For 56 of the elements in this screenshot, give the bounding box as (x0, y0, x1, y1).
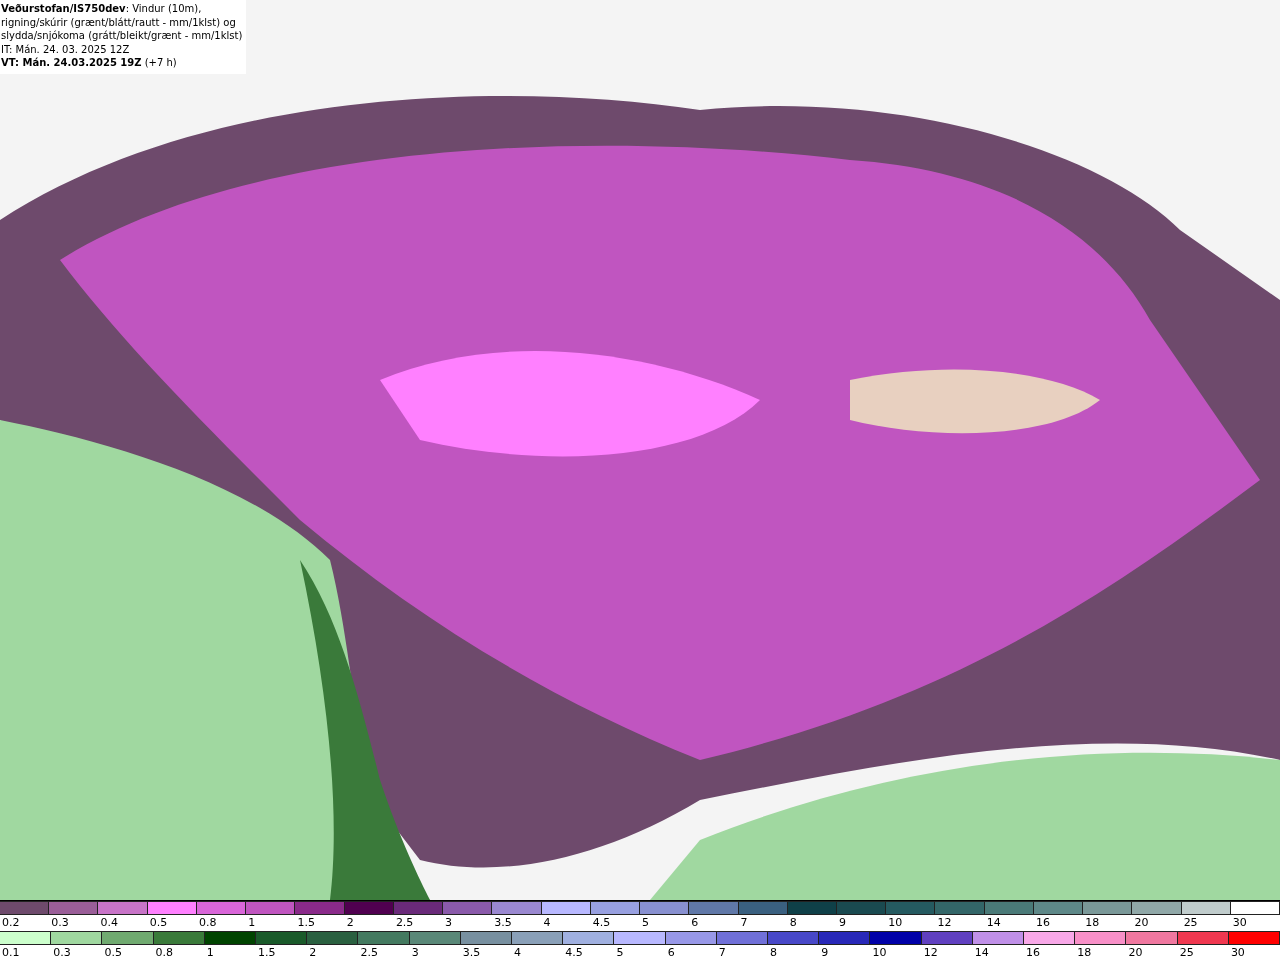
legend-label: 6 (690, 916, 699, 929)
legend-label: 2 (345, 916, 354, 929)
legend-label: 1.5 (257, 946, 276, 959)
legend-label: 20 (1133, 916, 1149, 929)
legend-label: 3.5 (493, 916, 512, 929)
legend-label: 0.3 (52, 946, 71, 959)
legend-label: 1 (205, 946, 214, 959)
legend-label: 9 (838, 916, 846, 929)
legend-label: 30 (1231, 916, 1247, 929)
legend-label: 30 (1229, 946, 1245, 959)
legend-label: 3 (410, 946, 419, 959)
legend-label: 14 (973, 946, 989, 959)
legend-label: 7 (739, 916, 748, 929)
legend-label: 8 (788, 916, 797, 929)
legend-label: 6 (666, 946, 675, 959)
legend-label: 12 (922, 946, 938, 959)
legend-label: 10 (871, 946, 887, 959)
legend-label: 1.5 (296, 916, 315, 929)
legend-label: 2.5 (359, 946, 378, 959)
legend-label: 4.5 (564, 946, 583, 959)
legend-label: 5 (615, 946, 624, 959)
legend-label: 4.5 (591, 916, 611, 929)
legend-label: 25 (1182, 916, 1198, 929)
legend-label: 2.5 (394, 916, 414, 929)
title-line: rigning/skúrir (grænt/blátt/rautt - mm/1klst) og (1, 15, 237, 29)
legend-label: 5 (641, 916, 650, 929)
title-line: Veðurstofan/IS750dev: Vindur (10m), (1, 2, 203, 16)
legend-label: 0.5 (103, 946, 122, 959)
legend-label: 14 (985, 916, 1001, 929)
legend-label: 4 (513, 946, 522, 959)
title-line: slydda/snjókoma (grátt/bleikt/grænt - mm/1klst) (1, 29, 243, 43)
legend-label: 0.3 (50, 916, 69, 929)
legend-label: 7 (717, 946, 726, 959)
legend-label: 3.5 (461, 946, 481, 959)
legend-label: 1 (247, 916, 256, 929)
legend-label: 16 (1025, 946, 1041, 959)
legend-label: 18 (1084, 916, 1100, 929)
legend-label: 0.4 (99, 916, 118, 929)
legend-label: 2 (308, 946, 317, 959)
legend-label: 25 (1178, 946, 1194, 959)
legend-label: 0.2 (1, 916, 20, 929)
legend-label: 9 (820, 946, 829, 959)
legend-label: 0.8 (154, 946, 174, 959)
legend-label: 4 (542, 916, 551, 929)
legend-label: 3 (444, 916, 453, 929)
legend-label: 18 (1076, 946, 1092, 959)
legend-label: 20 (1127, 946, 1143, 959)
title-line: VT: Mán. 24.03.2025 19Z (+7 h) (1, 56, 178, 70)
title-line: IT: Mán. 24. 03. 2025 12Z (1, 42, 131, 56)
legend-label: 0.8 (197, 916, 217, 929)
legend-label: 10 (887, 916, 903, 929)
legend-label: 0.1 (1, 946, 20, 959)
legend-label: 12 (936, 916, 952, 929)
legend-label: 0.5 (148, 916, 168, 929)
legend-label: 16 (1034, 916, 1050, 929)
legend-label: 8 (769, 946, 778, 959)
